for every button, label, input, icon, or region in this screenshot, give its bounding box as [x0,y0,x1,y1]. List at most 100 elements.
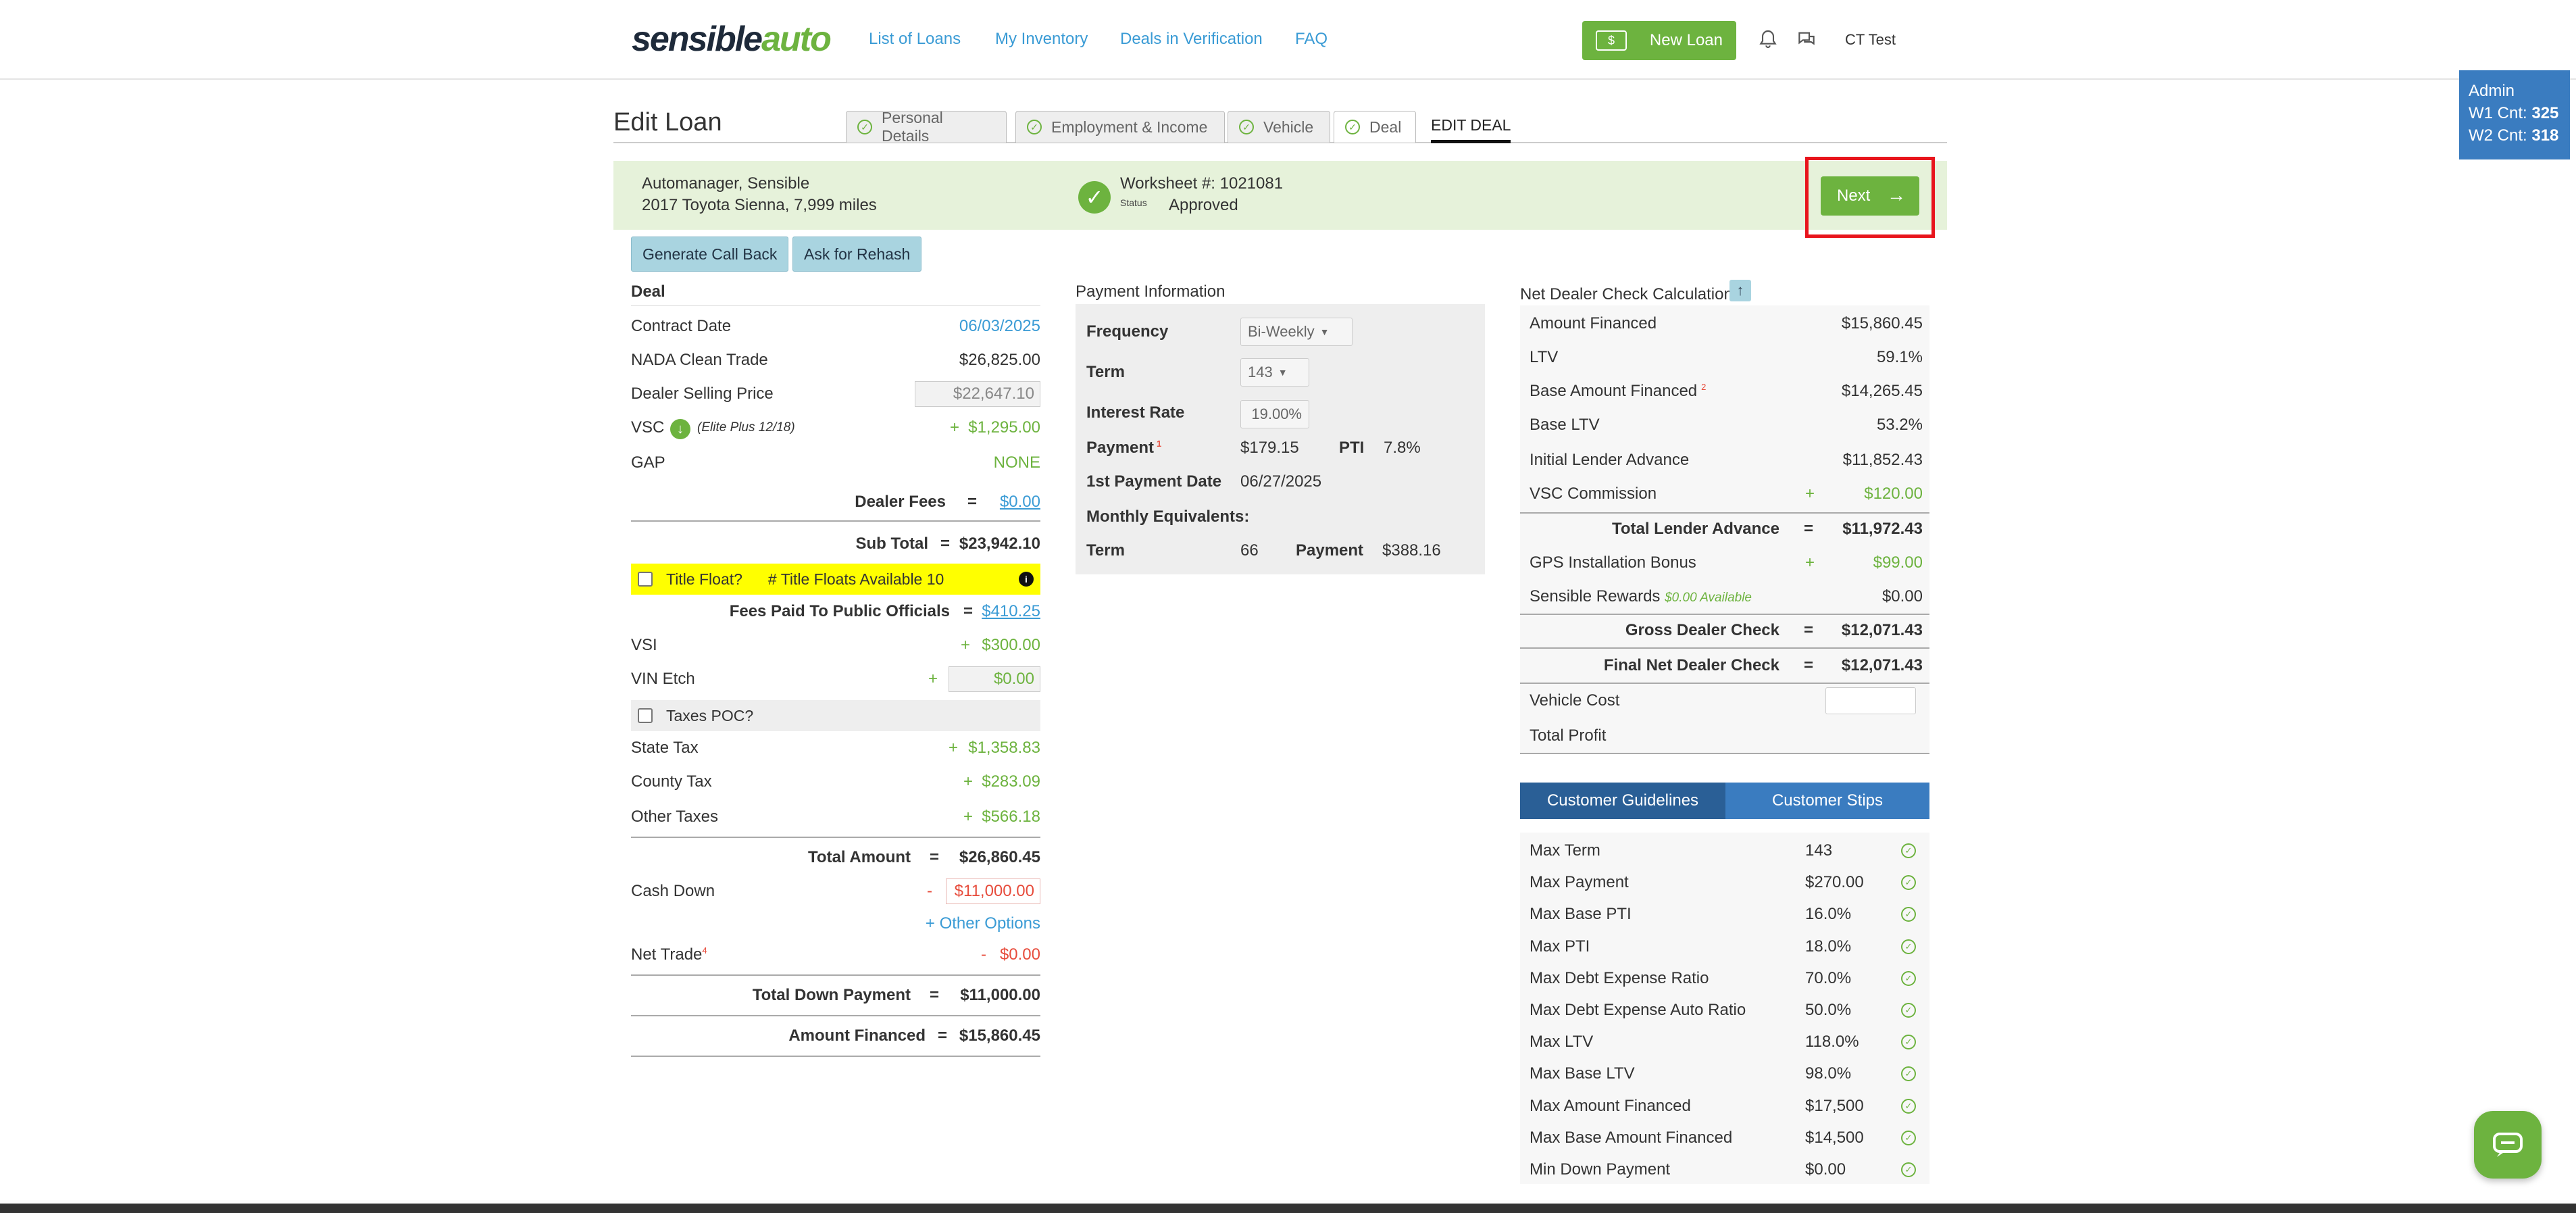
bell-icon[interactable] [1757,28,1779,50]
total-lender-advance-row: Total Lender Advance = $11,972.43 [1611,520,1923,538]
guideline-row: Max Base LTV 98.0% ✓ [1530,1058,1923,1089]
guideline-label: Max PTI [1530,937,1590,956]
vin-etch-input[interactable]: $0.00 [949,666,1040,692]
total-amount-row: Total Amount = $26,860.45 [808,848,1040,866]
contract-date-link[interactable]: 06/03/2025 [959,317,1040,336]
gap-row: GAP NONE [631,453,1040,472]
tab-customer-stips[interactable]: Customer Stips [1725,783,1929,819]
dealer-selling-price-input[interactable]: $22,647.10 [915,381,1040,407]
sensible-rewards-row: Sensible Rewards $0.00 Available $0.00 [1530,587,1923,605]
w2-value: 318 [2531,126,2559,145]
chat-icon[interactable] [1796,28,1817,50]
w1-value: 325 [2531,104,2559,122]
check-circle-icon: ✓ [1027,120,1042,134]
check-circle-icon: ✓ [1239,120,1254,134]
guideline-row: Max Base PTI 16.0% ✓ [1530,899,1923,930]
arrow-down-icon[interactable]: ↓ [670,419,690,439]
net-row-amount-financed: Amount Financed $15,860.45 [1530,314,1923,332]
arrow-right-icon: → [1887,184,1906,205]
total-down-row: Total Down Payment = $11,000.00 [752,986,1040,1004]
guideline-label: Max LTV [1530,1033,1594,1051]
caret-down-icon: ▼ [1319,326,1330,337]
net-trade-row: Net Trade4 - $0.00 [631,945,1040,964]
check-circle-icon: ✓ [1901,907,1916,922]
worksheet-number: Worksheet #: 1021081 [1120,174,1284,193]
vehicle-cost-row: Vehicle Cost [1530,684,1923,718]
contract-date-row: Contract Date 06/03/2025 [631,317,1040,336]
nav-faq[interactable]: FAQ [1295,30,1328,49]
vsc-row: VSC ↓ (Elite Plus 12/18) + $1,295.00 [631,411,1040,445]
deal-section-title: Deal [631,282,665,301]
first-payment-row: 1st Payment Date 06/27/2025 [1086,472,1322,491]
check-circle-icon: ✓ [1901,939,1916,954]
check-circle-icon: ✓ [1345,120,1360,134]
other-options-link[interactable]: + Other Options [926,914,1040,933]
guideline-label: Max Term [1530,841,1600,860]
guideline-value: $17,500 [1805,1096,1864,1115]
cash-down-input[interactable]: $11,000.00 [946,878,1040,904]
guideline-row: Max PTI 18.0% ✓ [1530,931,1923,962]
status-value: Approved [1169,196,1238,214]
page-title: Edit Loan [613,108,722,137]
tab-customer-guidelines[interactable]: Customer Guidelines [1520,783,1725,819]
net-dealer-check-title: Net Dealer Check Calculation [1520,285,1733,303]
net-row-vsc-commission: VSC Commission + $120.00 [1530,485,1923,503]
interest-rate-input[interactable]: 19.00% [1240,400,1309,428]
approved-check-icon: ✓ [1078,181,1111,214]
nav-list-of-loans[interactable]: List of Loans [869,30,961,49]
guideline-label: Max Base LTV [1530,1064,1635,1083]
frequency-select[interactable]: Bi-Weekly ▼ [1240,318,1353,346]
tab-employment-income[interactable]: ✓ Employment & Income [1015,111,1225,143]
guideline-label: Max Debt Expense Ratio [1530,968,1709,987]
guideline-row: Max Payment $270.00 ✓ [1530,867,1923,898]
deal-status-banner: Automanager, Sensible 2017 Toyota Sienna… [613,161,1947,230]
guideline-value: 118.0% [1805,1033,1859,1051]
taxes-poc-checkbox[interactable] [638,708,653,723]
tab-deal[interactable]: ✓ Deal [1334,111,1416,143]
user-name[interactable]: CT Test [1845,31,1896,49]
ask-for-rehash-button[interactable]: Ask for Rehash [792,237,922,272]
final-net-dealer-check-row: Final Net Dealer Check = $12,071.43 [1603,656,1923,674]
customer-name: Automanager, Sensible [642,174,810,193]
bottom-taskbar [0,1204,2576,1213]
w1-label: W1 Cnt: [2469,104,2527,122]
total-profit-row: Total Profit [1530,726,1607,745]
guideline-value: 18.0% [1805,937,1852,956]
vehicle-cost-input[interactable] [1825,687,1916,714]
fees-public-link[interactable]: $410.25 [982,602,1040,621]
vehicle-summary: 2017 Toyota Sienna, 7,999 miles [642,196,877,214]
nav-my-inventory[interactable]: My Inventory [995,30,1088,49]
check-circle-icon: ✓ [1901,843,1916,858]
tab-vehicle[interactable]: ✓ Vehicle [1228,111,1330,143]
money-icon: $ [1596,30,1627,51]
fees-public-row: Fees Paid To Public Officials = $410.25 [729,602,1040,621]
tab-edit-deal[interactable]: EDIT DEAL [1431,116,1511,143]
nav-deals-in-verification[interactable]: Deals in Verification [1120,30,1263,49]
tab-personal-details[interactable]: ✓ Personal Details [846,109,1007,145]
info-icon[interactable]: i [1019,572,1034,587]
title-float-checkbox[interactable] [638,572,653,587]
taxes-poc-row: Taxes POC? [631,700,1040,731]
check-circle-icon: ✓ [1901,970,1916,986]
arrow-up-icon[interactable]: ↑ [1729,280,1751,301]
chat-bubble-icon [2493,1133,2523,1157]
payment-section-title: Payment Information [1076,282,1226,301]
payment-row: Payment 1 $179.15 PTI 7.8% [1086,439,1421,457]
term-select[interactable]: 143 ▼ [1240,358,1309,387]
check-circle-icon: ✓ [1901,1066,1916,1082]
sensibleauto-logo[interactable]: sensibleauto [632,19,832,59]
interest-rate-row: Interest Rate 19.00% [1086,396,1471,430]
amount-financed-row: Amount Financed = $15,860.45 [788,1026,1040,1045]
term-row: Term 143 ▼ [1086,355,1471,389]
monthly-equivalents-row: Monthly Equivalents: [1086,508,1250,526]
check-circle-icon: ✓ [1901,1098,1916,1114]
guideline-row: Max LTV 118.0% ✓ [1530,1026,1923,1058]
check-circle-icon: ✓ [1901,1162,1916,1177]
check-circle-icon: ✓ [1901,875,1916,891]
dealer-fees-link[interactable]: $0.00 [1000,493,1040,512]
next-button[interactable]: Next → [1821,176,1919,216]
generate-call-back-button[interactable]: Generate Call Back [631,237,789,272]
support-chat-button[interactable] [2474,1111,2542,1179]
new-loan-button[interactable]: $ New Loan [1582,21,1736,60]
guideline-row: Max Debt Expense Ratio 70.0% ✓ [1530,963,1923,994]
